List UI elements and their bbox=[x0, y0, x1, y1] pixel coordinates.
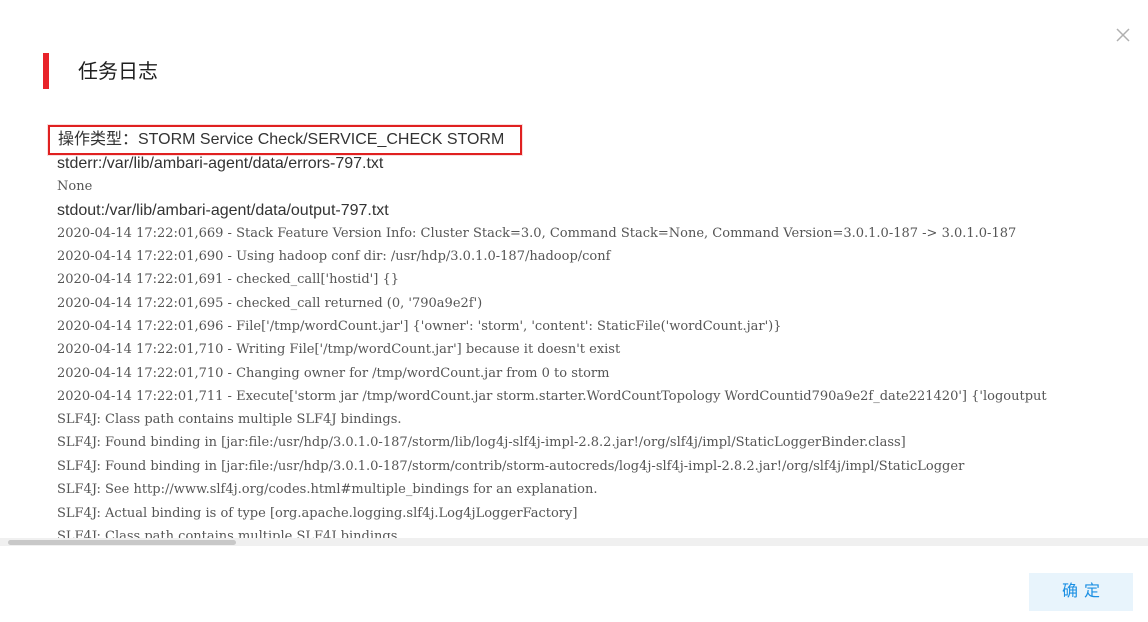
log-line: SLF4J: Class path contains multiple SLF4… bbox=[57, 529, 402, 538]
stderr-content: None bbox=[57, 179, 93, 194]
log-line: 2020-04-14 17:22:01,690 - Using hadoop c… bbox=[57, 249, 611, 264]
task-log-dialog: 任务日志 操作类型：STORM Service Check/SERVICE_CH… bbox=[0, 0, 1148, 622]
log-line: SLF4J: Actual binding is of type [org.ap… bbox=[57, 506, 578, 521]
log-line: 2020-04-14 17:22:01,711 - Execute['storm… bbox=[57, 389, 1047, 404]
log-line: SLF4J: See http://www.slf4j.org/codes.ht… bbox=[57, 482, 598, 497]
log-line: 2020-04-14 17:22:01,669 - Stack Feature … bbox=[57, 226, 1017, 241]
operation-type: 操作类型：STORM Service Check/SERVICE_CHECK S… bbox=[48, 125, 523, 155]
horizontal-scrollbar-thumb[interactable] bbox=[8, 540, 236, 545]
log-line: 2020-04-14 17:22:01,696 - File['/tmp/wor… bbox=[57, 319, 782, 334]
log-content-area[interactable]: 操作类型：STORM Service Check/SERVICE_CHECK S… bbox=[0, 120, 1148, 538]
log-line: SLF4J: Found binding in [jar:file:/usr/h… bbox=[57, 435, 906, 450]
stdout-label: stdout:/var/lib/ambari-agent/data/output… bbox=[57, 202, 389, 219]
confirm-button[interactable]: 确定 bbox=[1029, 573, 1133, 611]
dialog-title: 任务日志 bbox=[78, 61, 158, 83]
log-line: 2020-04-14 17:22:01,710 - Changing owner… bbox=[57, 366, 610, 381]
log-line: SLF4J: Found binding in [jar:file:/usr/h… bbox=[57, 459, 965, 474]
log-line: 2020-04-14 17:22:01,691 - checked_call['… bbox=[57, 272, 399, 287]
stderr-label: stderr:/var/lib/ambari-agent/data/errors… bbox=[57, 155, 384, 172]
close-icon[interactable] bbox=[1113, 25, 1133, 45]
title-accent-bar bbox=[43, 53, 49, 89]
log-line: 2020-04-14 17:22:01,695 - checked_call r… bbox=[57, 296, 483, 311]
log-line: SLF4J: Class path contains multiple SLF4… bbox=[57, 412, 402, 427]
log-line: 2020-04-14 17:22:01,710 - Writing File['… bbox=[57, 342, 621, 357]
